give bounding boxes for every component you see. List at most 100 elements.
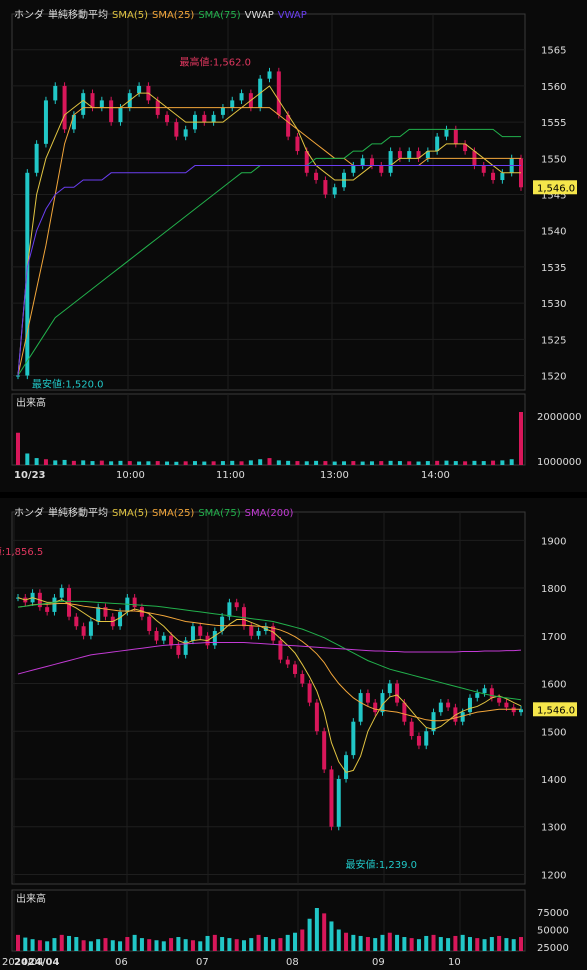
volume-bar bbox=[183, 461, 188, 465]
candle-body bbox=[360, 158, 365, 166]
sma75-line bbox=[17, 600, 522, 701]
daily-panel: 1200 1300 1400 1500 1600 1700 1800 1900 最高値:1,85… bbox=[0, 498, 587, 970]
candle-body bbox=[497, 697, 502, 703]
candle-body bbox=[81, 626, 86, 636]
volume-bar bbox=[165, 461, 170, 465]
volume-tick-label: 25000 bbox=[537, 943, 569, 954]
low-annotation: 最安値:1,239.0 bbox=[345, 858, 417, 871]
volume-bar bbox=[329, 921, 334, 951]
low-annotation: 最安値:1,520.0 bbox=[32, 378, 104, 391]
volume-bar bbox=[286, 460, 291, 465]
candle-body bbox=[59, 588, 64, 598]
x-tick-label: 2024/04 bbox=[2, 957, 44, 968]
volume-bar bbox=[388, 460, 393, 465]
volume-bar bbox=[139, 938, 144, 951]
volume-bar bbox=[52, 938, 57, 951]
candle-body bbox=[300, 673, 305, 684]
volume-title: 出来高 bbox=[16, 396, 46, 409]
candle-body bbox=[276, 71, 281, 115]
candle-body bbox=[190, 626, 195, 641]
sma75-line bbox=[17, 128, 521, 376]
volume-bar bbox=[369, 461, 374, 465]
volume-bar bbox=[256, 934, 261, 951]
candle-body bbox=[71, 114, 76, 130]
volume-bar bbox=[416, 461, 421, 465]
volume-bar bbox=[212, 934, 217, 951]
volume-bar bbox=[358, 935, 363, 951]
volume-bar bbox=[220, 937, 225, 951]
volume-bar bbox=[202, 461, 207, 465]
volume-bar bbox=[67, 935, 72, 951]
candle-body bbox=[90, 93, 95, 108]
candle-body bbox=[169, 635, 174, 646]
volume-bar bbox=[460, 934, 465, 951]
volume-bar bbox=[230, 460, 235, 465]
candle-body bbox=[344, 755, 349, 779]
intraday-chart: 1520152515301535154015451550155515601565… bbox=[11, 13, 582, 481]
x-tick-label: 10:00 bbox=[116, 470, 145, 481]
volume-bar bbox=[379, 461, 384, 465]
candle-body bbox=[165, 114, 170, 123]
volume-bar bbox=[387, 932, 392, 951]
y-tick-label: 1300 bbox=[541, 823, 566, 834]
volume-bar bbox=[402, 937, 407, 951]
volume-bar bbox=[482, 939, 487, 951]
x-tick-label: 07 bbox=[196, 957, 209, 968]
volume-bar bbox=[322, 913, 327, 951]
volume-bar bbox=[59, 934, 64, 951]
volume-bar bbox=[192, 461, 197, 465]
volume-bar bbox=[453, 935, 458, 951]
volume-bar bbox=[147, 939, 152, 951]
volume-bar bbox=[30, 939, 35, 951]
volume-bar bbox=[99, 460, 104, 465]
volume-bar bbox=[267, 458, 272, 465]
volume-bar bbox=[118, 460, 123, 465]
volume-bar bbox=[300, 929, 305, 951]
candle-body bbox=[286, 114, 291, 137]
volume-bar bbox=[34, 458, 39, 465]
intraday-panel: 1520 1525 1530 1535 1540 1545 1550 1555 1560 1565… bbox=[0, 0, 587, 492]
volume-bar bbox=[491, 460, 496, 465]
candle-body bbox=[220, 107, 225, 115]
volume-bar bbox=[444, 460, 449, 465]
volume-bar bbox=[407, 461, 412, 465]
volume-bar bbox=[278, 938, 283, 951]
candle-body bbox=[453, 129, 458, 144]
legend-item: 単純移動平均 bbox=[48, 508, 108, 519]
candle-body bbox=[45, 607, 50, 612]
candle-body bbox=[81, 93, 86, 115]
volume-bar bbox=[74, 937, 79, 951]
legend-item: SMA(200) bbox=[244, 508, 294, 519]
candle-body bbox=[132, 597, 137, 608]
volume-bar bbox=[438, 937, 443, 951]
candle-body bbox=[118, 611, 123, 627]
sma25-line bbox=[17, 107, 521, 376]
candle-body bbox=[500, 172, 505, 181]
volume-tick-label: 1000000 bbox=[537, 457, 582, 468]
volume-bar bbox=[132, 934, 137, 951]
volume-bar bbox=[263, 937, 268, 951]
candle-body bbox=[295, 136, 300, 152]
intraday-legend: ホンダ 単純移動平均 SMA(5) SMA(25) SMA(75) VWAP VWAP bbox=[14, 6, 311, 21]
x-tick-label: 11:00 bbox=[216, 470, 245, 481]
legend-item: SMA(25) bbox=[151, 10, 195, 21]
candle-body bbox=[379, 165, 384, 173]
candle-body bbox=[239, 93, 244, 101]
volume-bar bbox=[365, 937, 370, 951]
volume-tick-label: 50000 bbox=[537, 926, 569, 937]
volume-bar bbox=[90, 461, 95, 465]
candle-body bbox=[161, 635, 166, 641]
volume-bar bbox=[314, 460, 319, 465]
y-tick-label: 1520 bbox=[541, 372, 566, 383]
candle-body bbox=[174, 122, 179, 137]
volume-tick-label: 2000000 bbox=[537, 412, 582, 423]
volume-bar bbox=[373, 938, 378, 951]
volume-bar bbox=[467, 937, 472, 951]
candle-body bbox=[202, 114, 207, 123]
candle-body bbox=[416, 736, 421, 746]
legend-item: VWAP bbox=[244, 10, 274, 21]
y-tick-label: 1535 bbox=[541, 263, 566, 274]
y-tick-label: 1560 bbox=[541, 82, 566, 93]
volume-bar bbox=[293, 932, 298, 951]
volume-bar bbox=[190, 940, 195, 951]
